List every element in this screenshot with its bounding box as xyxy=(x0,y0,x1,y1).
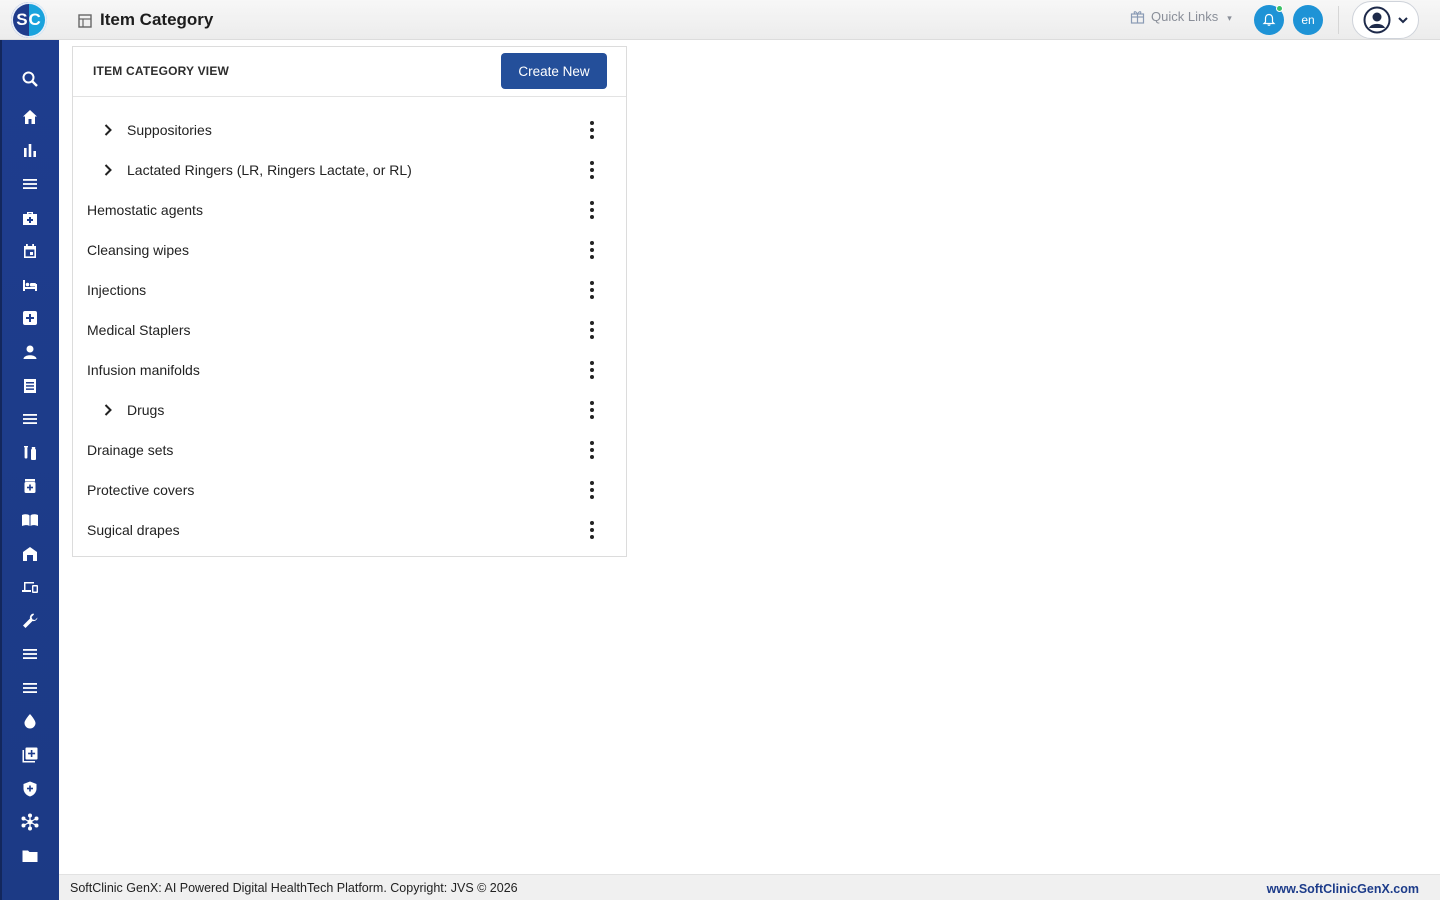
medical-bag-icon[interactable] xyxy=(20,208,40,228)
bell-icon xyxy=(1262,13,1276,26)
chevron-down-icon xyxy=(1398,17,1408,24)
notification-dot xyxy=(1276,5,1283,12)
more-vert-icon[interactable] xyxy=(585,400,599,420)
category-row[interactable]: Injections xyxy=(73,270,626,310)
quick-links-button[interactable]: Quick Links ▾ xyxy=(1130,9,1232,24)
category-label: Medical Staplers xyxy=(87,322,191,338)
pharmacy-icon[interactable] xyxy=(20,476,40,496)
more-vert-icon[interactable] xyxy=(585,120,599,140)
category-row[interactable]: Suppositories xyxy=(73,110,626,150)
book-icon[interactable] xyxy=(20,510,40,530)
card-header: ITEM CATEGORY VIEW Create New xyxy=(73,47,626,97)
wrench-icon[interactable] xyxy=(20,611,40,631)
category-row[interactable]: Drainage sets xyxy=(73,430,626,470)
quick-links-label: Quick Links xyxy=(1151,9,1219,24)
bar-chart-icon[interactable] xyxy=(20,140,40,160)
bed-icon[interactable] xyxy=(20,275,40,295)
person-icon[interactable] xyxy=(20,342,40,362)
more-vert-icon[interactable] xyxy=(585,280,599,300)
category-label: Drugs xyxy=(127,402,165,418)
calendar-icon[interactable] xyxy=(20,241,40,261)
avatar-icon xyxy=(1363,6,1391,34)
more-vert-icon[interactable] xyxy=(585,160,599,180)
category-row[interactable]: Drugs xyxy=(73,390,626,430)
category-label: Infusion manifolds xyxy=(87,362,200,378)
shield-icon[interactable] xyxy=(20,779,40,799)
medical-cross-icon[interactable] xyxy=(20,308,40,328)
user-menu-button[interactable] xyxy=(1352,1,1419,39)
more-vert-icon[interactable] xyxy=(585,240,599,260)
header-divider xyxy=(1338,6,1339,34)
page-icon xyxy=(78,14,92,28)
category-label: Hemostatic agents xyxy=(87,202,203,218)
language-button[interactable]: en xyxy=(1293,5,1323,35)
lines-icon[interactable] xyxy=(20,644,40,664)
footer-website-link[interactable]: www.SoftClinicGenX.com xyxy=(1267,882,1419,896)
category-label: Protective covers xyxy=(87,482,195,498)
more-vert-icon[interactable] xyxy=(585,200,599,220)
category-label: Suppositories xyxy=(127,122,212,138)
more-vert-icon[interactable] xyxy=(585,320,599,340)
menu-icon[interactable] xyxy=(20,174,40,194)
sidebar xyxy=(0,40,59,900)
add-library-icon[interactable] xyxy=(20,745,40,765)
category-row[interactable]: Infusion manifolds xyxy=(73,350,626,390)
folder-icon[interactable] xyxy=(20,846,40,866)
category-label: Cleansing wipes xyxy=(87,242,189,258)
home-icon[interactable] xyxy=(20,107,40,127)
caret-down-icon: ▾ xyxy=(1227,13,1232,23)
list-icon[interactable] xyxy=(20,409,40,429)
more-vert-icon[interactable] xyxy=(585,440,599,460)
item-category-card: ITEM CATEGORY VIEW Create New Suppositor… xyxy=(72,46,627,557)
receipt-icon[interactable] xyxy=(20,376,40,396)
more-vert-icon[interactable] xyxy=(585,520,599,540)
page-title: Item Category xyxy=(100,10,214,29)
chevron-right-icon[interactable] xyxy=(101,403,115,417)
gift-icon xyxy=(1130,11,1145,24)
footer: SoftClinic GenX: AI Powered Digital Heal… xyxy=(59,874,1440,900)
create-new-button[interactable]: Create New xyxy=(501,53,607,89)
category-row[interactable]: Protective covers xyxy=(73,470,626,510)
network-icon[interactable] xyxy=(20,812,40,832)
store-icon[interactable] xyxy=(20,544,40,564)
category-label: Drainage sets xyxy=(87,442,174,458)
lines2-icon[interactable] xyxy=(20,678,40,698)
more-vert-icon[interactable] xyxy=(585,360,599,380)
app-logo[interactable]: SC xyxy=(11,2,47,38)
footer-copyright: SoftClinic GenX: AI Powered Digital Heal… xyxy=(70,881,518,895)
devices-icon[interactable] xyxy=(20,577,40,597)
category-label: Lactated Ringers (LR, Ringers Lactate, o… xyxy=(127,162,412,178)
chevron-right-icon[interactable] xyxy=(101,123,115,137)
search-icon[interactable] xyxy=(20,69,40,89)
card-title: ITEM CATEGORY VIEW xyxy=(93,64,230,78)
top-bar: SC Item Category Quick Links ▾ en xyxy=(0,0,1440,40)
drop-icon[interactable] xyxy=(20,711,40,731)
lab-icon[interactable] xyxy=(20,443,40,463)
chevron-right-icon[interactable] xyxy=(101,163,115,177)
category-label: Sugical drapes xyxy=(87,522,180,538)
category-row[interactable]: Medical Staplers xyxy=(73,310,626,350)
category-row[interactable]: Cleansing wipes xyxy=(73,230,626,270)
category-row[interactable]: Lactated Ringers (LR, Ringers Lactate, o… xyxy=(73,150,626,190)
more-vert-icon[interactable] xyxy=(585,480,599,500)
category-label: Injections xyxy=(87,282,147,298)
category-row[interactable]: Hemostatic agents xyxy=(73,190,626,230)
category-row[interactable]: Sugical drapes xyxy=(73,510,626,550)
